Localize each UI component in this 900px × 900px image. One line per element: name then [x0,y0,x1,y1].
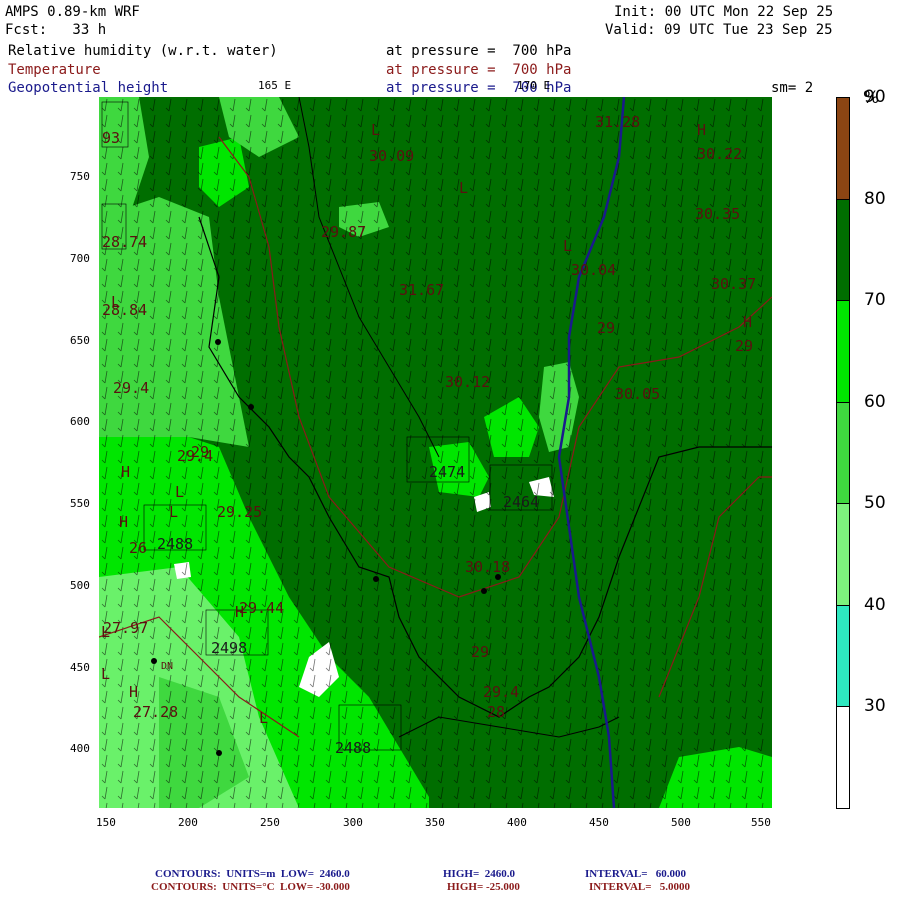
init-time: Init: 00 UTC Mon 22 Sep 25 [614,4,834,20]
contour-value-label: 30.12 [445,373,490,391]
contour-value-label: 29 [735,337,753,355]
colorbar-segment [836,300,850,403]
forecast-hour: Fcst: 33 h [5,22,107,38]
lon-label-165e: 165 E [258,79,292,92]
footer-height-interval: INTERVAL= 60.000 [585,868,687,880]
smoothing-label: sm= 2 [771,80,814,96]
pressure-system-label: L [563,237,572,255]
pressure-system-label: L [371,121,380,139]
y-tick-label: 700 [70,252,90,265]
contour-value-label: 31.67 [399,281,444,299]
pressure-system-label: L [111,293,120,311]
x-tick-label: 550 [751,816,771,829]
colorbar-segment [836,706,850,809]
contour-value-label: 29.87 [321,223,366,241]
field2-name: Temperature [8,62,101,78]
contour-value-label: 2464 [503,493,539,511]
colorbar-level-label: 70 [864,290,886,311]
footer-temp-high: HIGH= -25.000 [447,881,520,893]
x-tick-label: 300 [343,816,363,829]
pressure-system-label: L [101,665,110,683]
y-tick-label: 400 [70,742,90,755]
footer-temp-contours: CONTOURS: UNITS=°C LOW= -30.000 [151,881,350,893]
footer-temp-interval: INTERVAL= 5.0000 [589,881,691,893]
contour-value-label: 28.74 [102,233,147,251]
colorbar-level-label: 50 [864,493,886,514]
pressure-system-label: H [129,683,138,701]
pressure-system-label: H [743,313,752,331]
field3-name: Geopotential height [8,80,169,96]
contour-value-label: 27.28 [133,703,178,721]
y-tick-label: 650 [70,334,90,347]
lon-label-170e: 170 E [517,79,551,92]
contour-value-label: 2474 [429,463,465,481]
x-tick-label: 500 [671,816,691,829]
pressure-system-label: H [119,513,128,531]
contour-value-label: 30.18 [465,558,510,576]
footer-height-high: HIGH= 2460.0 [443,868,515,880]
y-tick-label: 450 [70,661,90,674]
colorbar-segment [836,604,850,708]
contour-value-label: 2488 [335,739,371,757]
colorbar-level-label: 90 [864,87,886,107]
contour-value-label: 29 [191,443,209,461]
colorbar-segment [836,503,850,606]
pressure-system-label: L [259,709,268,727]
y-tick-label: 600 [70,415,90,428]
contour-value-label: 30.04 [571,261,616,279]
colorbar-level-label: 40 [864,594,886,615]
contour-value-label: 2498 [211,639,247,657]
y-tick-label: 500 [70,579,90,592]
pressure-system-label: L [175,483,184,501]
x-tick-label: 250 [260,816,280,829]
contour-value-label: 30.22 [697,145,742,163]
contour-value-label: DN [161,661,173,672]
contour-value-label: 29.4 [113,379,149,397]
footer-height-contours: CONTOURS: UNITS=m LOW= 2460.0 [155,868,350,880]
x-tick-label: 350 [425,816,445,829]
colorbar-level-label: 60 [864,391,886,412]
field1-level: at pressure = 700 hPa [386,43,572,59]
contour-value-label: 29.4 [483,683,519,701]
contour-value-label: 2488 [157,535,193,553]
pressure-system-label: H [697,121,706,139]
x-tick-label: 150 [96,816,116,829]
contour-value-label: 29 [471,643,489,661]
colorbar-segment [836,97,850,200]
contour-value-label: 26 [129,539,147,557]
contour-value-label: 31.28 [595,113,640,131]
contour-value-label: 30.05 [615,385,660,403]
contour-value-label: 30.37 [711,275,756,293]
contour-value-label: 93 [102,129,120,147]
valid-time: Valid: 09 UTC Tue 23 Sep 25 [605,22,833,38]
contour-value-label: 29.25 [217,503,262,521]
pressure-system-label: L [101,623,110,641]
pressure-system-label: L [459,179,468,197]
contour-value-label: 30.09 [369,147,414,165]
contour-value-label: 30.35 [695,205,740,223]
x-tick-label: 200 [178,816,198,829]
contour-value-label: 29 [597,319,615,337]
pressure-system-label: L [169,503,178,521]
colorbar-level-label: 80 [864,188,886,209]
contour-value-label: 29.44 [239,599,284,617]
y-tick-label: 550 [70,497,90,510]
map-panel: 9328.7428.8429.429.42929.2524882627.9724… [99,97,772,808]
pressure-system-label: H [235,603,244,621]
contour-value-label: 28 [487,703,505,721]
y-tick-label: 750 [70,170,90,183]
model-title: AMPS 0.89-km WRF [5,4,140,20]
colorbar-level-label: 30 [864,696,886,717]
pressure-system-label: H [121,463,130,481]
colorbar-segment [836,198,850,302]
field2-level: at pressure = 700 hPa [386,62,572,78]
x-tick-label: 400 [507,816,527,829]
colorbar-segment [836,401,850,505]
contour-value-label: 28.84 [102,301,147,319]
field1-name: Relative humidity (w.r.t. water) [8,43,278,59]
x-tick-label: 450 [589,816,609,829]
